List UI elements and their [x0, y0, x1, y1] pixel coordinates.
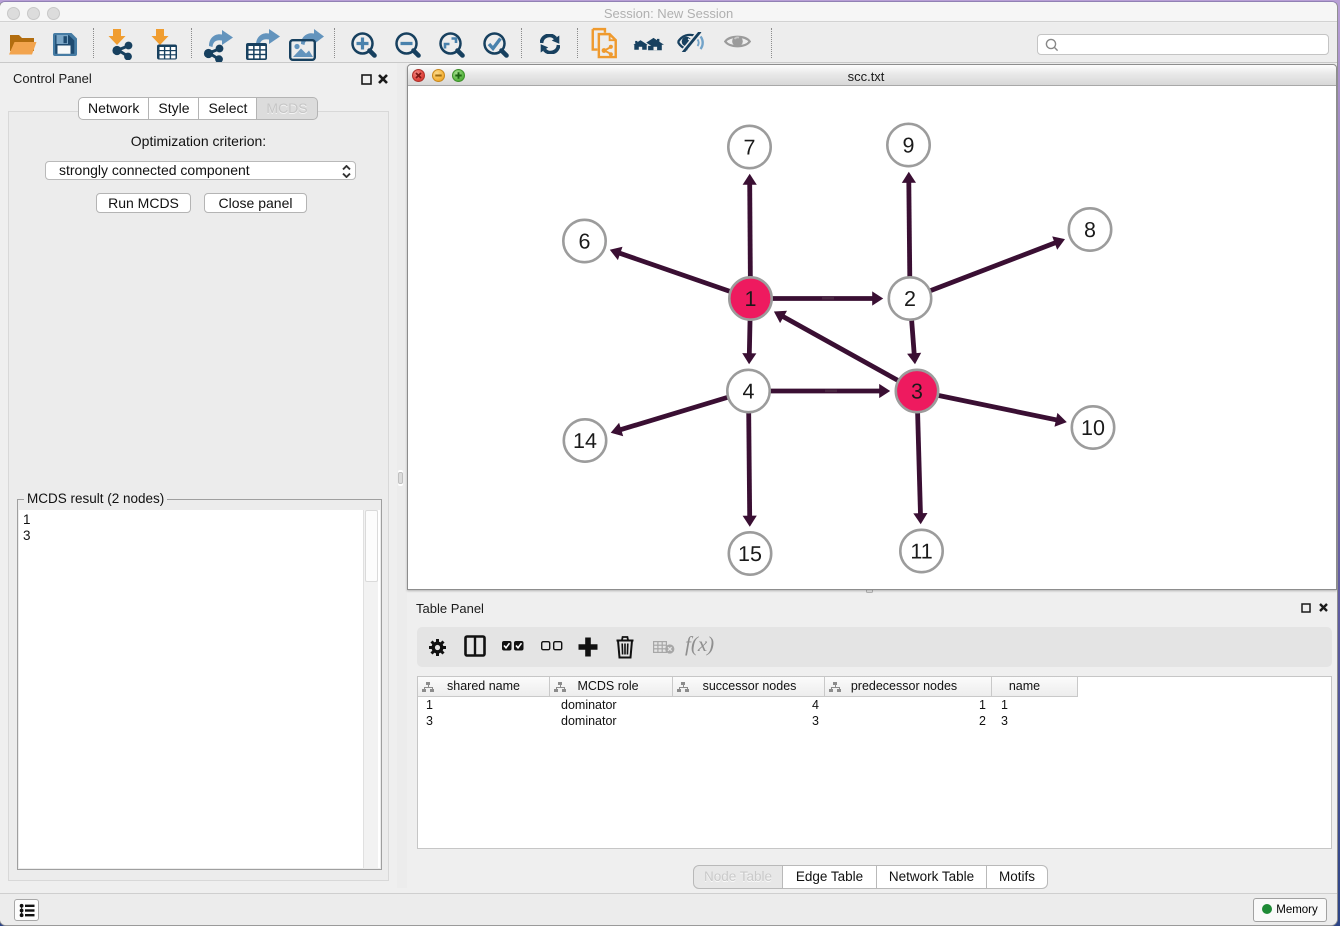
svg-text:10: 10	[1081, 416, 1105, 440]
svg-text:1: 1	[745, 287, 757, 311]
svg-text:9: 9	[903, 134, 915, 158]
svg-text:3: 3	[911, 380, 923, 404]
svg-text:2: 2	[904, 287, 916, 311]
svg-text:8: 8	[1084, 218, 1096, 242]
svg-text:15: 15	[738, 542, 762, 566]
svg-text:6: 6	[579, 230, 591, 254]
svg-text:4: 4	[743, 380, 755, 404]
svg-text:14: 14	[573, 429, 597, 453]
svg-text:11: 11	[910, 540, 932, 564]
svg-text:7: 7	[744, 136, 756, 160]
